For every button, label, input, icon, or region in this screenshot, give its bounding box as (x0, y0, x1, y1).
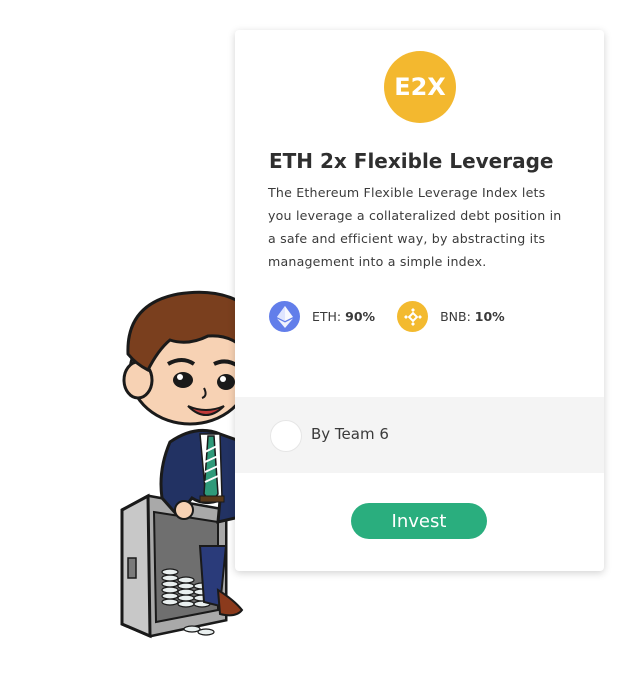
product-logo-badge: E2X (384, 51, 456, 123)
author-label: By Team 6 (311, 425, 389, 443)
allocation-item-eth: ETH: 90% (269, 301, 375, 332)
allocation-label-bnb: BNB: 10% (440, 309, 505, 324)
allocation-label-eth: ETH: 90% (312, 309, 376, 324)
product-card[interactable]: E2X ETH 2x Flexible Leverage The Ethereu… (235, 30, 604, 571)
invest-button[interactable]: Invest (351, 503, 487, 539)
product-logo-text: E2X (394, 73, 446, 101)
allocation-list: ETH: 90% BNB: 10% (269, 301, 527, 332)
binance-icon (397, 301, 429, 332)
page: E2X ETH 2x Flexible Leverage The Ethereu… (0, 0, 638, 679)
allocation-item-bnb: BNB: 10% (397, 301, 505, 332)
ethereum-icon (269, 301, 300, 332)
author-row: By Team 6 (235, 397, 604, 473)
product-description: The Ethereum Flexible Leverage Index let… (268, 185, 562, 269)
author-avatar (270, 420, 302, 452)
product-title: ETH 2x Flexible Leverage (269, 149, 554, 173)
